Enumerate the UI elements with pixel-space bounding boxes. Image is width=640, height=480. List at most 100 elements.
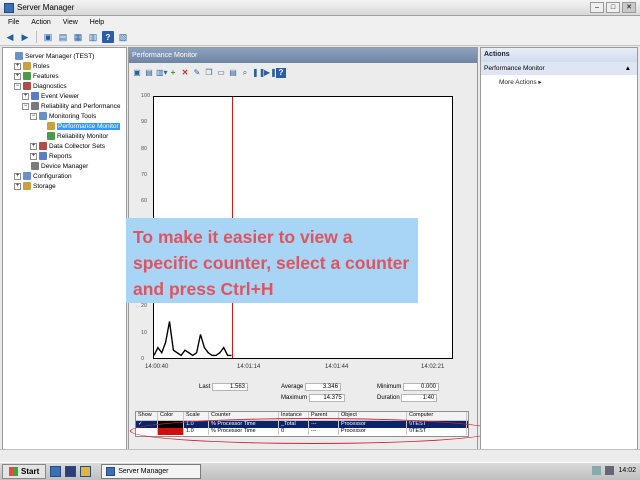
system-tray: 14:02 [592, 466, 636, 475]
taskbar-item-server-manager[interactable]: Server Manager [101, 464, 202, 479]
actions-section-label: Performance Monitor [484, 65, 545, 72]
properties-icon[interactable]: ▤ [228, 68, 238, 78]
menu-view[interactable]: View [63, 19, 78, 26]
tree-item[interactable]: + Data Collector Sets [30, 141, 105, 151]
tree-item-label: Roles [33, 62, 50, 70]
stat-minimum-label: Minimum [377, 384, 402, 390]
tree-item-label: Data Collector Sets [49, 142, 105, 150]
help-icon[interactable]: ? [102, 31, 114, 43]
up-folder-icon[interactable]: ▣ [42, 31, 54, 43]
tree-item[interactable]: − Monitoring Tools [30, 111, 96, 121]
zoom-icon[interactable]: ⌕ [240, 68, 250, 78]
expand-icon[interactable]: + [22, 92, 29, 100]
update-data-icon[interactable]: ▶❚ [264, 68, 277, 78]
expand-icon[interactable]: + [14, 72, 21, 80]
view-current-activity-icon[interactable]: ▣ [132, 68, 142, 78]
tree-item-label: Device Manager [41, 162, 89, 170]
menu-action[interactable]: Action [31, 19, 50, 26]
counter-list: Show Color Scale Counter Instance Parent Objec… [130, 411, 496, 444]
forward-arrow-icon[interactable]: ▶ [19, 31, 31, 43]
collapse-icon[interactable]: − [30, 112, 37, 120]
tree-item-label: Event Viewer [41, 92, 80, 100]
column-header[interactable]: Show [136, 412, 158, 420]
back-arrow-icon[interactable]: ◀ [4, 31, 16, 43]
column-header[interactable]: Color [158, 412, 184, 420]
tree-node-icon [39, 112, 47, 120]
pane-title: Performance Monitor [129, 48, 477, 63]
highlight-icon[interactable]: ✎ [192, 68, 202, 78]
freeze-display-icon[interactable]: ❚❚ [252, 68, 265, 78]
actions-pane: Actions Performance Monitor ▲ More Actio… [480, 47, 638, 462]
more-actions-label: More Actions [499, 79, 537, 86]
expand-icon[interactable]: + [30, 152, 37, 160]
column-header[interactable]: Computer [407, 412, 467, 420]
view-log-data-icon[interactable]: ▤ [144, 68, 154, 78]
collapse-arrow-icon[interactable]: ▲ [625, 62, 631, 75]
tree-item[interactable]: − Diagnostics [14, 81, 67, 91]
tree-node-icon [15, 52, 23, 60]
help-icon[interactable]: ? [276, 67, 286, 78]
taskbar: Start Server Manager 14:02 [0, 462, 640, 480]
tree-item[interactable]: Device Manager [22, 161, 88, 171]
start-button[interactable]: Start [2, 464, 47, 479]
menu-help[interactable]: Help [90, 19, 104, 26]
actions-section-performance-monitor[interactable]: Performance Monitor ▲ [481, 62, 637, 75]
stat-last-label: Last [199, 384, 211, 390]
tree-item[interactable]: Reliability Monitor [38, 131, 108, 141]
tree-item[interactable]: Performance Monitor [38, 121, 120, 131]
y-tick-label: 70 [141, 171, 148, 178]
stat-average-value: 3.346 [304, 383, 341, 391]
properties-icon[interactable]: ▦ [72, 31, 84, 43]
change-graph-type-icon[interactable]: ▥▾ [156, 68, 168, 78]
network-icon[interactable] [592, 466, 602, 475]
main-toolbar: ◀ ▶ ▣ ▤ ▦ ▥ ? ▧ [0, 29, 640, 46]
tree-item-label: Features [33, 72, 59, 80]
tree-item[interactable]: + Configuration [14, 171, 72, 181]
collapse-icon[interactable]: − [14, 82, 21, 90]
minimize-button[interactable]: ‒ [590, 2, 604, 13]
paste-counter-list-icon[interactable]: ▭ [216, 68, 226, 78]
spacer [22, 162, 29, 170]
highlight-ellipse-annotation [130, 418, 496, 444]
delete-counter-icon[interactable]: ✕ [180, 68, 190, 78]
export-list-icon[interactable]: ▥ [87, 31, 99, 43]
expand-icon[interactable]: + [14, 172, 21, 180]
menu-file[interactable]: File [8, 19, 19, 26]
y-tick-label: 80 [141, 145, 148, 152]
expand-icon[interactable]: + [30, 142, 37, 150]
tree-item-label: Performance Monitor [57, 122, 120, 130]
spacer [38, 132, 45, 140]
windows-logo-icon [9, 467, 18, 476]
tree-item[interactable]: + Storage [14, 181, 56, 191]
tree-node-icon [31, 102, 39, 110]
close-button[interactable]: ✕ [622, 2, 636, 13]
expand-icon[interactable]: + [14, 62, 21, 70]
stat-duration-value: 1:40 [401, 394, 438, 402]
y-tick-label: 100 [141, 93, 151, 99]
tree-item-label: Configuration [33, 172, 72, 180]
add-counter-icon[interactable]: + [168, 68, 178, 78]
tree-item[interactable]: − Reliability and Performance [22, 101, 120, 111]
tree-item[interactable]: Server Manager (TEST) [6, 51, 94, 61]
collapse-icon[interactable]: − [22, 102, 29, 110]
show-hide-tree-icon[interactable]: ▤ [57, 31, 69, 43]
callout-text: To make it easier to view a specific cou… [133, 227, 410, 299]
tree-item[interactable]: + Event Viewer [22, 91, 79, 101]
explorer-quicklaunch-icon[interactable] [80, 466, 92, 477]
volume-icon[interactable] [605, 466, 615, 475]
tree-item[interactable]: + Roles [14, 61, 50, 71]
tree-item-label: Reliability and Performance [41, 102, 121, 110]
stat-minimum-value: 0.000 [403, 383, 440, 391]
console-icon[interactable]: ▧ [117, 31, 129, 43]
tree-item[interactable]: + Reports [30, 151, 72, 161]
clock[interactable]: 14:02 [618, 467, 636, 474]
start-label: Start [21, 467, 40, 476]
tree-item[interactable]: + Features [14, 71, 59, 81]
more-actions-item[interactable]: More Actions ▸ [481, 75, 637, 86]
server-manager-quicklaunch-icon[interactable] [50, 466, 62, 477]
column-header[interactable]: Scale [184, 412, 209, 420]
maximize-button[interactable]: □ [606, 2, 620, 13]
expand-icon[interactable]: + [14, 182, 21, 190]
powershell-quicklaunch-icon[interactable] [65, 466, 77, 477]
copy-properties-icon[interactable]: ❐ [204, 68, 214, 78]
